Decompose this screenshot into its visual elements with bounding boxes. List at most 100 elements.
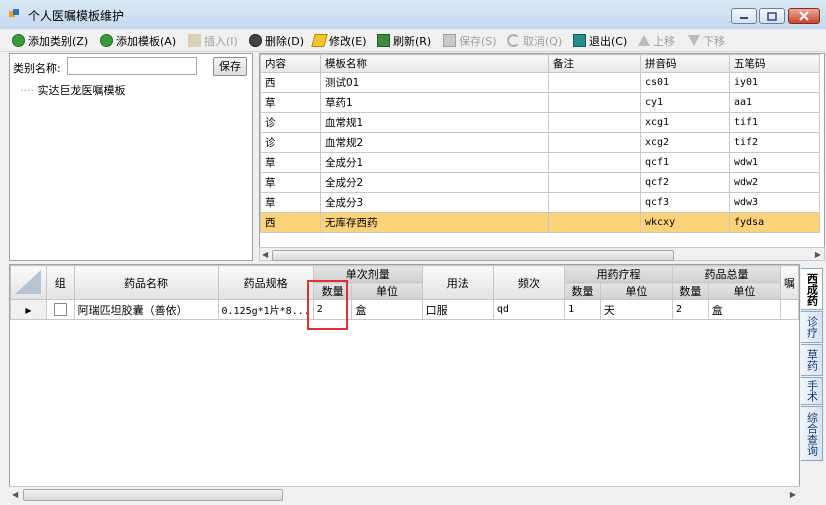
template-name-cell[interactable]: 草药1 [320,92,549,113]
table-row[interactable]: 草全成分1 qcf1 wdw1 [260,152,820,173]
table-row[interactable]: 西测试01 cs01 iy01 [260,72,820,93]
dose-unit-cell[interactable]: 盒 [351,299,423,320]
content-cell[interactable]: 草 [260,192,321,213]
template-name-cell[interactable]: 全成分3 [320,192,549,213]
scroll-right-icon[interactable]: ▶ [815,250,821,259]
maximize-button[interactable] [759,8,785,24]
pinyin-cell[interactable]: qcf2 [640,172,730,193]
frequency-cell[interactable]: qd [492,299,566,320]
wubi-cell[interactable]: wdw2 [729,172,820,193]
content-cell[interactable]: 西 [260,72,321,93]
category-save-button[interactable]: 保存 [213,57,247,76]
refresh-button[interactable]: 刷新(R) [377,32,431,49]
col-header-total-qty[interactable]: 数量 [672,282,709,300]
note-cell[interactable] [548,92,641,113]
move-up-button[interactable]: 上移 [638,32,675,49]
table-row[interactable]: 草全成分2 qcf2 wdw2 [260,172,820,193]
col-header-note[interactable]: 备注 [548,54,641,73]
category-name-input[interactable] [67,57,197,75]
col-header-total-unit[interactable]: 单位 [707,282,781,300]
content-cell[interactable]: 草 [260,152,321,173]
template-name-cell[interactable]: 无库存西药 [320,212,549,233]
close-button[interactable] [788,8,820,24]
tab-western-medicine[interactable]: 西成药 [801,268,823,310]
tab-diagnosis[interactable]: 诊疗 [801,311,823,343]
template-name-cell[interactable]: 血常规2 [320,132,549,153]
col-header-template-name[interactable]: 模板名称 [320,54,549,73]
pinyin-cell[interactable]: qcf1 [640,152,730,173]
table-row[interactable]: 诊血常规1 xcg1 tif1 [260,112,820,133]
course-qty-cell[interactable]: 1 [564,299,601,320]
group-checkbox[interactable] [53,303,67,317]
template-name-cell[interactable]: 血常规1 [320,112,549,133]
pinyin-cell[interactable]: xcg2 [640,132,730,153]
pinyin-cell[interactable]: wkcxy [640,212,730,233]
note-cell[interactable] [548,72,641,93]
wubi-cell[interactable]: iy01 [729,72,820,93]
wubi-cell[interactable]: tif2 [729,132,820,153]
tab-comprehensive-query[interactable]: 综合查询 [801,406,823,461]
content-cell[interactable]: 西 [260,212,321,233]
template-name-cell[interactable]: 全成分1 [320,152,549,173]
add-template-button[interactable]: 添加模板(A) [100,32,176,49]
table-row[interactable]: 草草药1 cy1 aa1 [260,92,820,113]
col-header-drug-spec[interactable]: 药品规格 [217,265,314,300]
table-row[interactable]: 西无库存西药 wkcxy fydsa [260,212,820,233]
total-qty-cell[interactable]: 2 [672,299,709,320]
scroll-left-icon[interactable]: ◀ [12,490,18,499]
pinyin-cell[interactable]: cs01 [640,72,730,93]
col-header-pinyin[interactable]: 拼音码 [640,54,730,73]
modify-button[interactable]: 修改(E) [311,32,367,49]
table-row[interactable]: 诊血常规2 xcg2 tif2 [260,132,820,153]
col-header-course[interactable]: 用药疗程 [564,265,674,283]
note-cell[interactable] [548,172,641,193]
drug-name-cell[interactable]: 阿瑞匹坦胶囊（善依） [73,299,219,320]
scroll-left-icon[interactable]: ◀ [262,250,268,259]
template-grid-hscrollbar[interactable]: ◀ ▶ [259,247,825,261]
total-unit-cell[interactable]: 盒 [707,299,781,320]
add-category-button[interactable]: 添加类别(Z) [12,32,88,49]
wubi-cell[interactable]: wdw3 [729,192,820,213]
wubi-cell[interactable]: tif1 [729,112,820,133]
scroll-thumb[interactable] [272,250,674,261]
col-header-total[interactable]: 药品总量 [672,265,781,283]
col-header-content[interactable]: 内容 [260,54,321,73]
col-header-course-unit[interactable]: 单位 [599,282,674,300]
scroll-right-icon[interactable]: ▶ [790,490,796,499]
col-header-course-qty[interactable]: 数量 [564,282,601,300]
group-checkbox-cell[interactable] [45,299,75,320]
move-down-button[interactable]: 下移 [688,32,725,49]
course-unit-cell[interactable]: 天 [599,299,674,320]
order-grid-hscrollbar[interactable]: ◀ ▶ [9,486,800,502]
cancel-button[interactable]: 取消(Q) [507,32,562,49]
content-cell[interactable]: 诊 [260,112,321,133]
template-name-cell[interactable]: 测试01 [320,72,549,93]
wubi-cell[interactable]: fydsa [729,212,820,233]
table-row[interactable]: ▶ 阿瑞匹坦胶囊（善依） 0.125g*1片*8... 2 盒 口服 qd 1 … [10,299,799,320]
content-cell[interactable]: 草 [260,92,321,113]
save-button[interactable]: 保存(S) [443,32,497,49]
exit-button[interactable]: 退出(C) [573,32,627,49]
note-cell[interactable] [548,152,641,173]
content-cell[interactable]: 草 [260,172,321,193]
wubi-cell[interactable]: wdw1 [729,152,820,173]
note-cell[interactable] [548,132,641,153]
minimize-button[interactable] [731,8,757,24]
note-cell[interactable] [548,112,641,133]
pinyin-cell[interactable]: cy1 [640,92,730,113]
scroll-thumb[interactable] [23,489,283,501]
content-cell[interactable]: 诊 [260,132,321,153]
drug-spec-cell[interactable]: 0.125g*1片*8... [217,299,314,320]
tab-surgery[interactable]: 手术 [801,377,823,405]
col-header-frequency[interactable]: 频次 [492,265,566,300]
insert-button[interactable]: 插入(I) [188,32,238,49]
col-header-extra[interactable]: 嘱 [779,265,799,300]
wubi-cell[interactable]: aa1 [729,92,820,113]
col-header-dose-unit[interactable]: 单位 [351,282,423,300]
pinyin-cell[interactable]: xcg1 [640,112,730,133]
usage-cell[interactable]: 口服 [421,299,494,320]
delete-button[interactable]: 删除(D) [249,32,304,49]
col-header-group[interactable]: 组 [45,265,75,300]
extra-cell[interactable] [779,299,799,320]
col-header-wubi[interactable]: 五笔码 [729,54,820,73]
